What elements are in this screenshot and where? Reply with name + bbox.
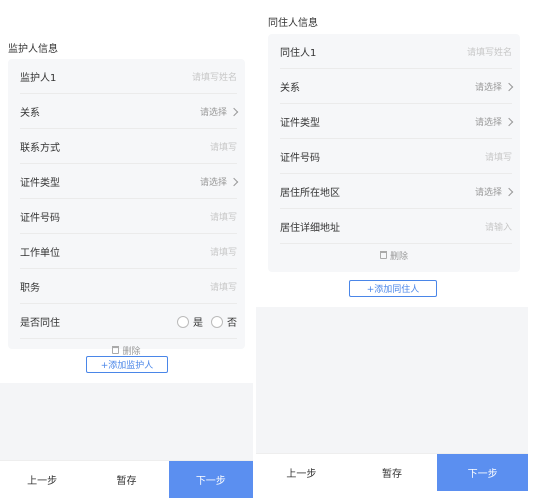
guardian-delete-label: 删除	[122, 346, 141, 357]
guardian-relation-value: 请选择	[199, 108, 227, 118]
guardian-idnumber-label: 证件号码	[20, 213, 60, 224]
cohabitant-relation-value: 请选择	[474, 83, 502, 93]
guardian-contact-input[interactable]: 请填写	[210, 140, 237, 153]
cohabitant-bottom-bar: 上一步 暂存 下一步	[256, 453, 529, 491]
chevron-right-icon	[504, 187, 514, 196]
cohabitant-delete-button[interactable]: 删除	[268, 244, 520, 266]
cohabitant-relation-select[interactable]: 请选择	[474, 80, 514, 93]
save-draft-button[interactable]: 暂存	[84, 461, 169, 498]
cohabit-yes-radio[interactable]	[177, 315, 189, 328]
guardian-relation-select[interactable]: 请选择	[199, 105, 239, 118]
guardian-bottom-bar: 上一步 暂存 下一步	[0, 460, 253, 498]
prev-step-button[interactable]: 上一步	[0, 461, 85, 498]
guardian-cohabit-row: 是否同住 是 否	[8, 304, 245, 339]
save-draft-button[interactable]: 暂存	[346, 454, 438, 491]
cohabitant-name-row[interactable]: 同住人1 请填写姓名	[268, 34, 520, 69]
cohabitant-delete-label: 删除	[389, 251, 408, 262]
guardian-section-title: 监护人信息	[8, 44, 58, 55]
cohabitant-idtype-label: 证件类型	[280, 118, 320, 129]
guardian-idtype-value: 请选择	[199, 178, 227, 188]
cohabitant-empty-area	[256, 307, 528, 459]
cohabitant-idtype-value: 请选择	[474, 118, 502, 128]
cohabitant-idtype-row[interactable]: 证件类型 请选择	[268, 104, 520, 139]
trash-icon	[379, 251, 387, 259]
cohabitant-name-label: 同住人1	[280, 48, 317, 59]
cohabitant-region-row[interactable]: 居住所在地区 请选择	[268, 174, 520, 209]
next-step-button[interactable]: 下一步	[437, 454, 529, 491]
guardian-contact-label: 联系方式	[20, 143, 60, 154]
cohabitant-relation-row[interactable]: 关系 请选择	[268, 69, 520, 104]
guardian-relation-label: 关系	[20, 108, 40, 119]
cohabitant-section-title: 同住人信息	[268, 18, 318, 29]
guardian-idnumber-row[interactable]: 证件号码 请填写	[8, 199, 245, 234]
guardian-relation-row[interactable]: 关系 请选择	[8, 94, 245, 129]
guardian-workplace-row[interactable]: 工作单位 请填写	[8, 234, 245, 269]
cohabitant-name-input[interactable]: 请填写姓名	[467, 45, 512, 58]
cohabitant-form-card: 同住人1 请填写姓名 关系 请选择 证件类型 请选择 证件号码 请填写 居住所在…	[268, 34, 520, 272]
cohabitant-region-label: 居住所在地区	[280, 188, 340, 199]
cohabitant-idnumber-row[interactable]: 证件号码 请填写	[268, 139, 520, 174]
guardian-idtype-label: 证件类型	[20, 178, 60, 189]
cohabit-radio-group: 是 否	[177, 314, 237, 329]
cohabit-yes-label[interactable]: 是	[193, 314, 203, 329]
cohabitant-idtype-select[interactable]: 请选择	[474, 115, 514, 128]
guardian-workplace-input[interactable]: 请填写	[210, 245, 237, 258]
next-step-button[interactable]: 下一步	[168, 461, 253, 498]
guardian-contact-row[interactable]: 联系方式 请填写	[8, 129, 245, 164]
chevron-right-icon	[229, 177, 239, 186]
chevron-right-icon	[504, 117, 514, 126]
guardian-name-label: 监护人1	[20, 73, 57, 84]
guardian-idnumber-input[interactable]: 请填写	[210, 210, 237, 223]
cohabit-no-label[interactable]: 否	[227, 314, 237, 329]
guardian-name-input[interactable]: 请填写姓名	[192, 70, 237, 83]
cohabitant-address-input[interactable]: 请输入	[485, 220, 512, 233]
trash-icon	[112, 346, 120, 354]
cohabitant-region-value: 请选择	[474, 188, 502, 198]
guardian-cohabit-label: 是否同住	[20, 318, 60, 329]
add-guardian-button[interactable]: +添加监护人	[86, 356, 168, 373]
cohabit-no-radio[interactable]	[211, 315, 223, 328]
chevron-right-icon	[504, 82, 514, 91]
guardian-form-card: 监护人1 请填写姓名 关系 请选择 联系方式 请填写 证件类型 请选择 证件号码…	[8, 59, 245, 357]
guardian-position-input[interactable]: 请填写	[210, 280, 237, 293]
prev-step-button[interactable]: 上一步	[256, 454, 347, 491]
add-cohabitant-button[interactable]: +添加同住人	[349, 280, 437, 297]
cohabitant-region-select[interactable]: 请选择	[474, 185, 514, 198]
cohabitant-address-row[interactable]: 居住详细地址 请输入	[268, 209, 520, 244]
chevron-right-icon	[229, 107, 239, 116]
cohabitant-idnumber-label: 证件号码	[280, 153, 320, 164]
guardian-panel: 监护人信息 监护人1 请填写姓名 关系 请选择 联系方式 请填写 证件类型 请选…	[0, 0, 253, 498]
cohabitant-address-label: 居住详细地址	[280, 223, 340, 234]
guardian-workplace-label: 工作单位	[20, 248, 60, 259]
cohabitant-idnumber-input[interactable]: 请填写	[485, 150, 512, 163]
guardian-empty-area	[0, 383, 253, 460]
guardian-name-row[interactable]: 监护人1 请填写姓名	[8, 59, 245, 94]
guardian-idtype-select[interactable]: 请选择	[199, 175, 239, 188]
cohabitant-relation-label: 关系	[280, 83, 300, 94]
cohabitant-panel: 同住人信息 同住人1 请填写姓名 关系 请选择 证件类型 请选择 证件号码 请填…	[256, 0, 529, 498]
guardian-position-label: 职务	[20, 283, 40, 294]
guardian-idtype-row[interactable]: 证件类型 请选择	[8, 164, 245, 199]
guardian-position-row[interactable]: 职务 请填写	[8, 269, 245, 304]
